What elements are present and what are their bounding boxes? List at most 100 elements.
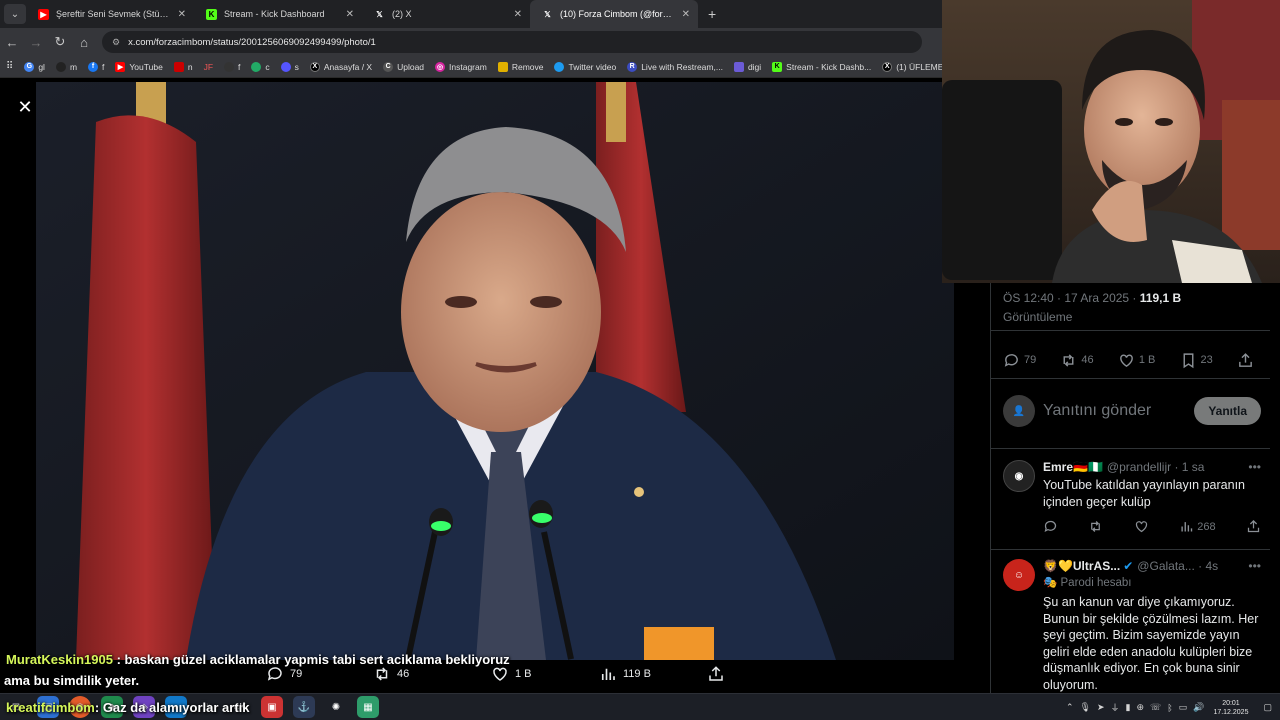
like-button[interactable]: 1 B — [1118, 352, 1155, 369]
bookmark-item[interactable]: K Stream - Kick Dashb... — [772, 61, 871, 72]
app-icon[interactable]: ▦ — [357, 696, 379, 718]
views-button[interactable]: 268 — [1179, 519, 1216, 534]
kick-icon: K — [772, 61, 783, 72]
forward-icon[interactable]: → — [24, 35, 48, 50]
repost-button[interactable]: 46 — [1060, 352, 1094, 369]
close-viewer-icon[interactable]: ✕ — [12, 94, 38, 120]
monitor-icon[interactable]: ▭ — [1179, 702, 1188, 713]
reload-icon[interactable]: ↻ — [48, 34, 72, 50]
user-avatar[interactable]: 👤 — [1003, 395, 1035, 427]
chevron-up-icon[interactable]: ⌃ — [1066, 702, 1074, 713]
repost-icon — [1063, 353, 1074, 367]
tab-close-icon[interactable]: ✕ — [514, 9, 522, 20]
app-icon[interactable]: ▣ — [261, 696, 283, 718]
tab-x-home[interactable]: 𝕏 (2) X ✕ — [362, 0, 530, 28]
divider — [991, 549, 1270, 550]
tweet-timestamp[interactable]: ÖS 12:40 · 17 Ara 2025 · 119,1 B — [1003, 291, 1181, 305]
reply-header: Emre🇩🇪🇳🇬 @prandellijr · 1 sa ••• — [1043, 460, 1261, 474]
more-options-icon[interactable]: ••• — [1248, 460, 1261, 474]
back-icon[interactable]: ← — [0, 35, 24, 50]
bookmark-icon — [280, 61, 291, 72]
share-button[interactable] — [1237, 352, 1258, 369]
bookmark-item[interactable]: ◎ Instagram — [435, 61, 487, 72]
volume-icon[interactable]: 🔊 — [1193, 702, 1204, 713]
share-icon[interactable] — [1246, 519, 1261, 534]
whatsapp-icon[interactable]: ☏ — [1150, 702, 1161, 713]
tab-kick-dashboard[interactable]: K Stream - Kick Dashboard ✕ — [194, 0, 362, 28]
more-options-icon[interactable]: ••• — [1248, 559, 1261, 573]
bookmark-item[interactable]: X Anasayfa / X — [309, 61, 372, 72]
tab-search-dropdown[interactable]: ⌄ — [4, 4, 26, 24]
reply-icon — [267, 667, 282, 681]
bookmark-button[interactable]: 23 — [1180, 352, 1213, 369]
bluetooth-icon[interactable]: ᛒ — [1167, 703, 1172, 713]
tweet-stats-row: 79 46 1 B 23 — [1003, 350, 1258, 370]
bookmark-item[interactable]: R Live with Restream,... — [627, 61, 723, 72]
repost-button[interactable]: 46 — [373, 665, 491, 683]
bookmark-item[interactable]: n — [173, 61, 193, 72]
site-info-icon[interactable]: ⚙ — [112, 37, 120, 48]
bookmark-item[interactable]: f — [224, 61, 240, 72]
tab-close-icon[interactable]: ✕ — [178, 9, 186, 20]
share-button[interactable] — [707, 665, 731, 683]
reply-handle[interactable]: @Galata... · 4s — [1137, 559, 1218, 573]
reply-tweet[interactable]: ◉ Emre🇩🇪🇳🇬 @prandellijr · 1 sa ••• YouTu… — [1003, 460, 1261, 534]
youtube-icon: ▶ — [115, 61, 126, 72]
heart-icon[interactable] — [1134, 519, 1149, 534]
microphone-icon[interactable]: 🎙 — [1080, 702, 1091, 713]
tab-close-icon[interactable]: ✕ — [346, 9, 354, 20]
flag-left — [76, 115, 216, 660]
telegram-icon[interactable]: ➤ — [1097, 702, 1105, 713]
repost-icon[interactable] — [1088, 519, 1103, 534]
apps-icon[interactable]: ⠿ — [6, 61, 13, 72]
reply-input[interactable]: Yanıtını gönder — [1043, 402, 1194, 420]
bookmark-item[interactable]: Remove — [497, 61, 543, 72]
bookmark-item[interactable]: C Upload — [383, 61, 424, 72]
bookmark-item[interactable]: s — [280, 61, 299, 72]
usb-icon[interactable]: ⏚ — [1111, 701, 1120, 714]
bookmark-item[interactable]: Twitter video — [554, 61, 616, 72]
reply-header: 🦁💛UltrAS... ✔ @Galata... · 4s ••• — [1043, 559, 1261, 573]
bookmark-item[interactable]: X (1) ÜFLEME — [882, 61, 942, 72]
app-icon[interactable]: ⚓ — [293, 696, 315, 718]
reply-tweet[interactable]: ☺ 🦁💛UltrAS... ✔ @Galata... · 4s ••• 🎭 Pa… — [1003, 559, 1261, 693]
kick-icon: K — [206, 9, 217, 20]
tweet-photo[interactable] — [36, 82, 954, 660]
reply-icon[interactable] — [1043, 519, 1058, 534]
tab-close-icon[interactable]: ✕ — [682, 9, 690, 20]
notifications-icon[interactable]: ▢ — [1263, 702, 1272, 713]
network-icon[interactable]: ⊕ — [1136, 702, 1144, 713]
address-bar[interactable]: ⚙ x.com/forzacimbom/status/2001256069092… — [102, 31, 922, 53]
reply-submit-button[interactable]: Yanıtla — [1194, 397, 1261, 425]
bookmark-item[interactable]: ▶ YouTube — [115, 61, 163, 72]
new-tab-icon[interactable]: + — [708, 6, 716, 22]
repost-icon — [376, 667, 388, 681]
bookmark-item[interactable]: digi — [733, 61, 761, 72]
reply-avatar[interactable]: ◉ — [1003, 460, 1035, 492]
reply-handle[interactable]: @prandellijr · 1 sa — [1107, 460, 1205, 474]
x-icon: X — [882, 61, 893, 72]
home-icon[interactable]: ⌂ — [72, 35, 96, 50]
bookmark-item[interactable]: c — [251, 61, 270, 72]
taskbar-clock[interactable]: 20:01 17.12.2025 — [1213, 699, 1248, 717]
views-button[interactable]: 119 B — [599, 665, 707, 683]
views-label: Görüntüleme — [1003, 310, 1073, 324]
tab-youtube-studio[interactable]: ▶ Şereftir Seni Sevmek (Stüdyo) - ✕ — [26, 0, 194, 28]
battery-icon[interactable]: ▮ — [1126, 702, 1131, 713]
like-button[interactable]: 1 B — [491, 665, 599, 683]
reply-button[interactable]: 79 — [1003, 352, 1036, 369]
reply-author-name[interactable]: 🦁💛UltrAS... — [1043, 559, 1120, 573]
reply-button[interactable]: 79 — [266, 665, 373, 683]
bookmark-item[interactable]: m — [55, 61, 77, 72]
parody-label: 🎭 Parodi hesabı — [1043, 577, 1132, 589]
openai-icon[interactable]: ✺ — [325, 696, 347, 718]
bookmark-icon — [55, 61, 66, 72]
tab-forza-cimbom[interactable]: 𝕏 (10) Forza Cimbom (@forzacim ✕ — [530, 0, 698, 28]
bookmark-item[interactable]: ff — [88, 61, 104, 72]
bookmark-item[interactable]: Ggl — [24, 61, 45, 72]
heart-icon — [1119, 353, 1133, 367]
divider — [991, 448, 1270, 449]
reply-author-name[interactable]: Emre🇩🇪🇳🇬 — [1043, 460, 1103, 474]
reply-avatar[interactable]: ☺ — [1003, 559, 1035, 591]
bookmark-item[interactable]: JF — [204, 62, 213, 72]
